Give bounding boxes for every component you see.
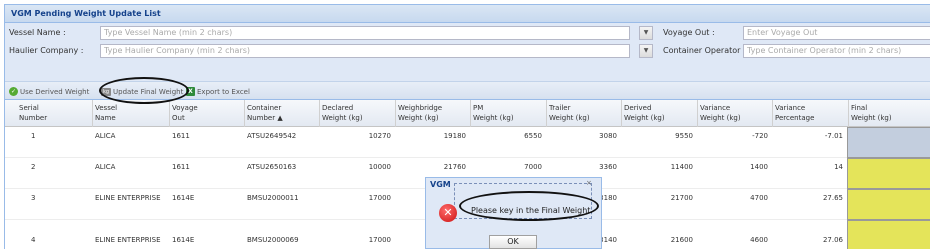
cell-weighbridge: 19180 [443, 132, 466, 140]
cell-trailer: 3080 [599, 132, 617, 140]
panel-title-bar: VGM Pending Weight Update List [5, 5, 930, 23]
vessel-name-input[interactable]: Type Vessel Name (min 2 chars) [100, 26, 630, 40]
cell-voyage: 1614E [172, 194, 195, 202]
cell-variance-pct: -7.01 [824, 132, 843, 140]
use-derived-weight-button[interactable]: ✓ Use Derived Weight [9, 85, 89, 98]
col-variance-weight[interactable]: Variance Weight (kg) [700, 103, 741, 123]
col-trailer-weight[interactable]: Trailer Weight (kg) [549, 103, 590, 123]
final-weight-input[interactable] [847, 158, 930, 189]
cell-derived: 9550 [675, 132, 693, 140]
close-icon[interactable]: × [586, 179, 592, 187]
cell-serial: 1 [31, 132, 36, 140]
chevron-down-icon: ▼ [643, 47, 649, 54]
annotation-oval [459, 191, 599, 221]
voyage-out-label: Voyage Out : [663, 28, 715, 37]
cell-serial: 2 [31, 163, 36, 171]
voyage-out-input[interactable]: Enter Voyage Out [743, 26, 930, 40]
cell-variance-weight: 4700 [750, 194, 768, 202]
cell-weighbridge: 21760 [443, 163, 466, 171]
cell-variance-weight: -720 [752, 132, 768, 140]
col-variance-percentage[interactable]: Variance Percentage [775, 103, 814, 123]
cell-derived: 21600 [670, 236, 693, 244]
chevron-down-icon: ▼ [643, 29, 649, 36]
final-weight-input[interactable] [847, 127, 930, 158]
cell-serial: 3 [31, 194, 36, 202]
cell-declared: 17000 [368, 236, 391, 244]
cell-serial: 4 [31, 236, 36, 244]
col-container-number[interactable]: Container Number ▲ [247, 103, 283, 123]
cell-pm: 6550 [524, 132, 542, 140]
col-pm-weight[interactable]: PM Weight (kg) [473, 103, 514, 123]
cell-trailer: 3360 [599, 163, 617, 171]
cell-voyage: 1614E [172, 236, 195, 244]
cell-container: ATSU2649542 [247, 132, 297, 140]
cell-container: ATSU2650163 [247, 163, 297, 171]
cell-variance-pct: 14 [834, 163, 843, 171]
haulier-company-label: Haulier Company : [9, 46, 84, 55]
cell-derived: 11400 [670, 163, 693, 171]
col-final-weight[interactable]: Final Weight (kg) [851, 103, 892, 123]
col-voyage-out[interactable]: Voyage Out [172, 103, 198, 123]
export-excel-button[interactable]: X Export to Excel [186, 85, 250, 98]
cell-declared: 10000 [368, 163, 391, 171]
haulier-company-input[interactable]: Type Haulier Company (min 2 chars) [100, 44, 630, 58]
grid-header: Serial Number Vessel Name Voyage Out Con… [5, 100, 930, 127]
vessel-dropdown-trigger[interactable]: ▼ [639, 26, 653, 40]
export-excel-label: Export to Excel [197, 87, 250, 96]
cell-declared: 17000 [368, 194, 391, 202]
final-weight-input[interactable] [847, 220, 930, 249]
cell-vessel: ALICA [95, 163, 116, 171]
error-icon: ✕ [439, 204, 457, 222]
cell-variance-weight: 4600 [750, 236, 768, 244]
final-weight-input[interactable] [847, 189, 930, 220]
cell-container: BMSU2000069 [247, 236, 299, 244]
ok-button[interactable]: OK [489, 235, 537, 249]
panel-title: VGM Pending Weight Update List [11, 9, 161, 18]
annotation-oval [99, 77, 189, 104]
check-icon: ✓ [9, 87, 18, 96]
cell-vessel: ALICA [95, 132, 116, 140]
cell-container: BMSU2000011 [247, 194, 299, 202]
col-serial-number[interactable]: Serial Number [19, 103, 47, 123]
dialog-title: VGM [430, 180, 451, 189]
cell-pm: 7000 [524, 163, 542, 171]
col-declared-weight[interactable]: Declared Weight (kg) [322, 103, 363, 123]
cell-vessel: ELINE ENTERPRISE [95, 194, 161, 202]
col-weighbridge-weight[interactable]: Weighbridge Weight (kg) [398, 103, 442, 123]
cell-variance-pct: 27.65 [822, 194, 843, 202]
cell-derived: 21700 [670, 194, 693, 202]
cell-variance-weight: 1400 [750, 163, 768, 171]
container-operator-input[interactable]: Type Container Operator (min 2 chars) [743, 44, 930, 58]
col-derived-weight[interactable]: Derived Weight (kg) [624, 103, 665, 123]
use-derived-weight-label: Use Derived Weight [20, 87, 90, 96]
cell-declared: 10270 [368, 132, 391, 140]
vessel-name-label: Vessel Name : [9, 28, 66, 37]
cell-vessel: ELINE ENTERPRISE [95, 236, 161, 244]
error-dialog: VGM × ✕ Please key in the Final Weight. … [425, 177, 602, 249]
filter-form: Vessel Name : Type Vessel Name (min 2 ch… [5, 23, 930, 81]
col-vessel-name[interactable]: Vessel Name [95, 103, 117, 123]
cell-voyage: 1611 [172, 163, 190, 171]
haulier-dropdown-trigger[interactable]: ▼ [639, 44, 653, 58]
cell-variance-pct: 27.06 [822, 236, 843, 244]
container-operator-label: Container Operator : [663, 46, 746, 55]
cell-voyage: 1611 [172, 132, 190, 140]
table-row[interactable]: 1 ALICA 1611 ATSU2649542 10270 19180 655… [5, 127, 930, 158]
